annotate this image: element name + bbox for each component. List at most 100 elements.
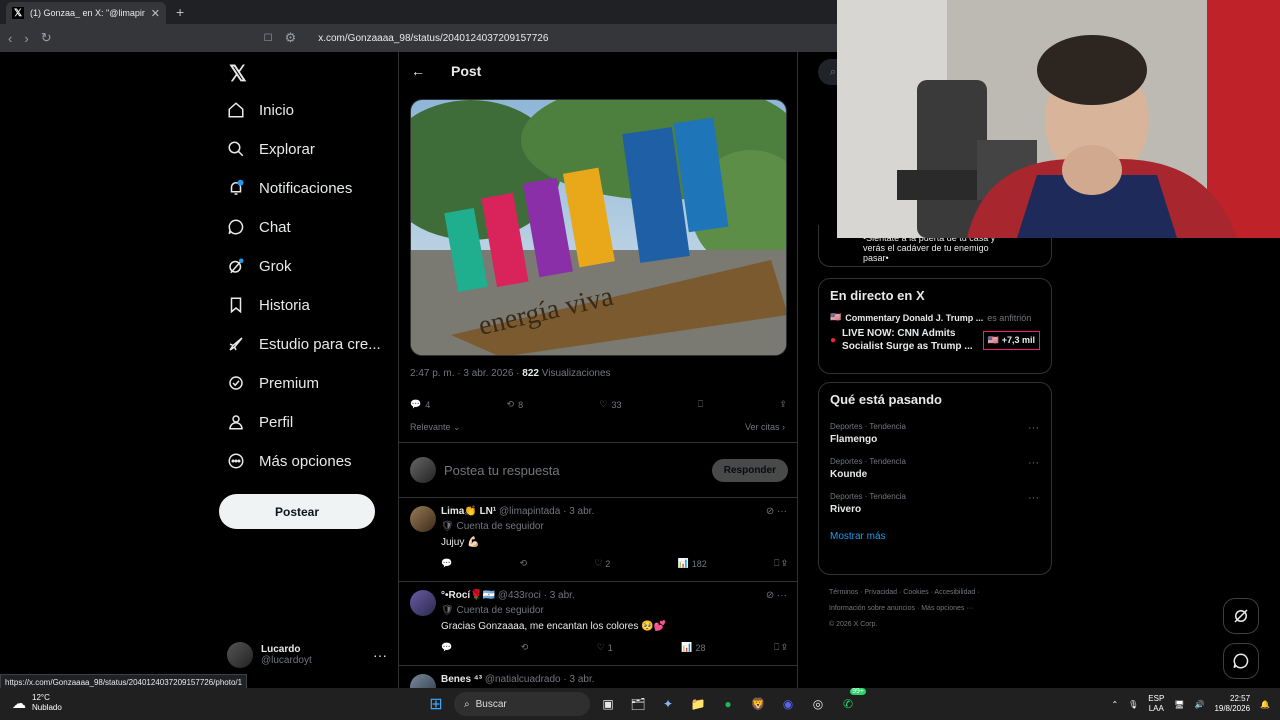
verified-icon [227, 374, 245, 392]
back-icon[interactable]: ‹ [8, 31, 12, 46]
clock[interactable]: 22:57 19/8/2026 [1214, 694, 1250, 714]
account-switcher[interactable]: Lucardo @lucardoyt ··· [227, 642, 387, 668]
live-card: En directo en X 🇺🇸 Commentary Donald J. T… [818, 278, 1052, 374]
show-more-link[interactable]: Mostrar más [819, 521, 1051, 556]
like-action[interactable]: ♡ 2 [594, 558, 610, 569]
nav-item-grok[interactable]: Grok [227, 257, 292, 275]
mic-icon[interactable]: 🎙 [1128, 700, 1138, 709]
weather-widget[interactable]: ☁ 12°C Nublado [12, 693, 62, 713]
nav-item-mas-opciones[interactable]: Más opciones [227, 452, 352, 470]
reply-action[interactable]: 💬 4 [410, 399, 430, 410]
spotify-icon[interactable]: ● [716, 692, 740, 716]
bookmark-action[interactable]: ⎕ [698, 399, 703, 410]
more-dots-icon[interactable]: ⊘ ··· [766, 590, 787, 601]
views-action[interactable]: 📊 28 [681, 642, 705, 653]
reply-icon: 💬 [410, 399, 422, 409]
messages-float-button[interactable] [1223, 643, 1259, 679]
reply-button[interactable]: Responder [711, 458, 788, 482]
new-tab-icon[interactable]: + [176, 4, 184, 20]
copilot-icon[interactable]: ✦ [656, 692, 680, 716]
repost-icon[interactable]: ⟲ [519, 558, 527, 569]
nav-item-chat[interactable]: Chat [227, 218, 291, 236]
obs-icon[interactable]: ◎ [806, 692, 830, 716]
nav-label: Grok [259, 257, 292, 275]
more-dots-icon[interactable]: ⊘ ··· [766, 506, 787, 517]
nav-item-premium[interactable]: Premium [227, 374, 319, 392]
discord-icon[interactable]: ◉ [776, 692, 800, 716]
post-image[interactable]: energía viva [410, 99, 787, 356]
comment-item[interactable]: Lima👏 LN¹ @limapintada · 3 abr. 🛡 Cuenta… [399, 498, 797, 582]
brave-browser-icon[interactable]: 🦁 [746, 692, 770, 716]
bookmark-share[interactable]: ⎕ ⇪ [774, 558, 787, 569]
nav-item-notificaciones[interactable]: Notificaciones [227, 179, 352, 197]
more-dots-icon[interactable]: ··· [1028, 457, 1039, 469]
whatsapp-icon[interactable]: ✆ 99+ [836, 688, 866, 716]
trend-item[interactable]: Deportes · Tendencia Flamengo ··· [819, 416, 1051, 451]
nav-item-inicio[interactable]: Inicio [227, 101, 294, 119]
share-action[interactable]: ⇪ [779, 399, 787, 410]
like-action[interactable]: ♡ 33 [599, 399, 621, 410]
task-view-icon[interactable]: ▣ [596, 692, 620, 716]
language-indicator[interactable]: ESP LAA [1148, 694, 1164, 714]
start-icon[interactable]: ⊞ [424, 692, 448, 716]
comment-item[interactable]: Benes ⁴³ @natialcuadrado · 3 abr. [399, 666, 797, 688]
volume-icon[interactable]: 🔊 [1194, 700, 1204, 709]
person-icon [227, 413, 245, 431]
forward-icon[interactable]: › [24, 31, 28, 46]
nav-label: Inicio [259, 101, 295, 119]
nav-item-historia[interactable]: Historia [227, 296, 310, 314]
live-dot-icon: ● [830, 334, 837, 346]
trend-item[interactable]: Deportes · Tendencia Rivero ··· [819, 486, 1051, 521]
file-explorer-icon[interactable]: 📁 [686, 692, 710, 716]
system-tray: ⌃ 🎙 ESP LAA 🖥 🔊 22:57 19/8/2026 🔔 [1111, 694, 1270, 714]
more-dots-icon[interactable]: ··· [373, 647, 387, 663]
comment-item[interactable]: °•Rocí🌹🇦🇷 @433roci · 3 abr. 🛡 Cuenta de … [399, 582, 797, 666]
nav-label: Más opciones [259, 452, 352, 470]
reload-icon[interactable]: ↻ [41, 30, 52, 46]
url-text[interactable]: x.com/Gonzaaaa_98/status/204012403720915… [318, 33, 548, 44]
bookmark-share[interactable]: ⎕ ⇪ [774, 642, 787, 653]
nav-label: Premium [259, 374, 320, 392]
more-dots-icon[interactable]: ··· [1028, 492, 1039, 504]
grok-float-button[interactable] [1223, 598, 1259, 634]
x-logo-icon[interactable]: 𝕏 [229, 61, 247, 87]
like-action[interactable]: ♡ 1 [597, 642, 613, 653]
reply-icon[interactable]: 💬 [441, 558, 452, 569]
notification-icon[interactable]: 🔔 [1260, 700, 1270, 709]
repost-action[interactable]: ⟲ 8 [507, 399, 524, 410]
taskbar-search[interactable]: ⌕ Buscar [454, 692, 590, 716]
bookmark-page-icon[interactable]: ☐ [264, 33, 273, 44]
reply-icon[interactable]: 💬 [441, 642, 452, 653]
avatar [410, 590, 436, 616]
repost-icon[interactable]: ⟲ [521, 642, 529, 653]
avatar [410, 506, 436, 532]
reply-composer: Postea tu respuesta Responder [399, 442, 797, 498]
flag-icon: 🇺🇸 [830, 312, 842, 322]
trend-item[interactable]: Deportes · Tendencia Kounde ··· [819, 451, 1051, 486]
network-icon[interactable]: 🖥 [1174, 700, 1184, 709]
post-button[interactable]: Postear [219, 494, 375, 529]
nav-item-explorar[interactable]: Explorar [227, 140, 315, 158]
reply-input[interactable]: Postea tu respuesta [444, 463, 704, 478]
view-quotes-link[interactable]: Ver citas › [745, 422, 785, 432]
account-handle: @lucardoyt [261, 655, 312, 666]
chevron-up-icon[interactable]: ⌃ [1111, 700, 1118, 709]
nav-label: Perfil [259, 413, 294, 431]
tab-title: (1) Gonzaa_ en X: "@limapintada [30, 8, 145, 18]
back-arrow-icon[interactable]: ← [411, 63, 425, 79]
live-item[interactable]: ● LIVE NOW: CNN Admits Socialist Surge a… [819, 323, 1051, 357]
sort-dropdown[interactable]: Relevante ⌄ [410, 422, 461, 433]
comment-text: Gracias Gonzaaaa, me encantan los colore… [441, 621, 667, 632]
nav-item-estudio[interactable]: Estudio para cre... [227, 335, 381, 353]
repost-icon: ⟲ [506, 399, 515, 409]
more-dots-icon[interactable]: ··· [1028, 422, 1039, 434]
widgets-app-icon[interactable]: 🗂 [626, 692, 650, 716]
views-action[interactable]: 📊 182 [678, 558, 707, 569]
browser-tab[interactable]: 𝕏 (1) Gonzaa_ en X: "@limapintada ✕ [6, 2, 166, 24]
nav-item-perfil[interactable]: Perfil [227, 413, 293, 431]
page-title: Post [451, 63, 482, 79]
avatar [410, 457, 436, 483]
heart-icon: ♡ [599, 399, 608, 409]
close-tab-icon[interactable]: ✕ [151, 7, 160, 20]
site-info-icon[interactable]: ⚙ [285, 30, 297, 46]
